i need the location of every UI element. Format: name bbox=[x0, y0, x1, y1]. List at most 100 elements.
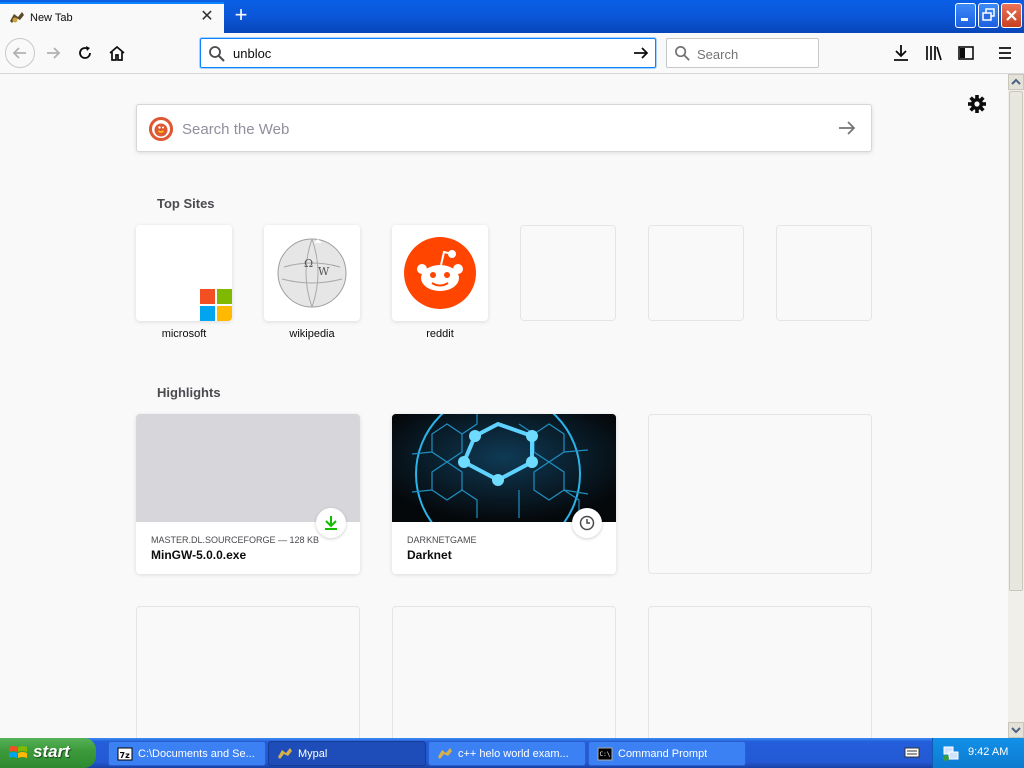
taskbar-item-mypal[interactable]: Mypal bbox=[268, 741, 426, 766]
reload-button[interactable] bbox=[70, 38, 100, 68]
cmd-icon: C:\ bbox=[597, 747, 613, 760]
sidebar-button[interactable] bbox=[951, 38, 981, 68]
hamburger-menu-icon bbox=[999, 47, 1011, 59]
library-icon bbox=[926, 46, 942, 61]
taskbar-item-command-prompt[interactable]: C:\ Command Prompt bbox=[588, 741, 746, 766]
settings-gear-icon[interactable] bbox=[966, 93, 988, 115]
search-bar[interactable]: Search bbox=[666, 38, 819, 68]
close-window-button[interactable] bbox=[1001, 3, 1022, 28]
top-site-empty bbox=[648, 225, 744, 321]
start-button[interactable]: start bbox=[0, 738, 96, 768]
close-icon bbox=[1006, 10, 1017, 21]
svg-text:Ω: Ω bbox=[304, 257, 313, 270]
navigation-toolbar: Search bbox=[0, 33, 1024, 74]
top-site-empty bbox=[776, 225, 872, 321]
system-tray: 9:42 AM bbox=[932, 738, 1024, 768]
empty-site-tile bbox=[648, 225, 744, 321]
mypal-icon bbox=[438, 747, 452, 759]
top-site-wikipedia[interactable]: Ω W wikipedia bbox=[264, 225, 360, 340]
home-button[interactable] bbox=[102, 38, 132, 68]
top-site-label: wikipedia bbox=[289, 328, 335, 340]
duckduckgo-icon bbox=[149, 117, 173, 141]
windows-taskbar: start 7z C:\Documents and Se... Mypal c+… bbox=[0, 738, 1024, 768]
top-site-label: reddit bbox=[426, 328, 454, 340]
history-clock-icon bbox=[579, 515, 595, 531]
forward-arrow-icon bbox=[47, 47, 61, 59]
vertical-scrollbar[interactable] bbox=[1008, 74, 1024, 738]
highlight-card-darknet[interactable]: DARKNETGAME Darknet bbox=[392, 414, 616, 574]
scroll-up-button[interactable] bbox=[1008, 74, 1024, 90]
highlight-placeholder bbox=[392, 606, 616, 738]
highlight-placeholder bbox=[136, 606, 360, 738]
task-label: c++ helo world exam... bbox=[458, 747, 569, 760]
top-site-empty bbox=[520, 225, 616, 321]
highlight-thumbnail bbox=[392, 414, 616, 557]
back-button[interactable] bbox=[5, 38, 35, 68]
tab-new-tab[interactable]: New Tab ✕ bbox=[0, 2, 224, 33]
svg-text:W: W bbox=[318, 265, 330, 278]
top-site-reddit[interactable]: reddit bbox=[392, 225, 488, 340]
tab-strip: New Tab ✕ + bbox=[0, 0, 1024, 33]
highlight-placeholder bbox=[648, 606, 872, 738]
task-label: Command Prompt bbox=[618, 747, 708, 760]
highlights-heading: Highlights bbox=[157, 385, 221, 400]
svg-text:7z: 7z bbox=[120, 751, 131, 760]
mypal-icon bbox=[278, 747, 292, 759]
tab-close-icon[interactable]: ✕ bbox=[199, 9, 215, 25]
restore-button[interactable] bbox=[978, 3, 999, 28]
highlight-title: MinGW-5.0.0.exe bbox=[151, 548, 247, 562]
top-site-tile[interactable]: Ω W bbox=[264, 225, 360, 321]
url-bar[interactable] bbox=[200, 38, 656, 68]
top-site-tile[interactable] bbox=[392, 225, 488, 321]
empty-site-tile bbox=[520, 225, 616, 321]
highlight-thumbnail bbox=[136, 414, 360, 522]
search-icon bbox=[209, 46, 225, 62]
taskbar-item-cpp-hello[interactable]: c++ helo world exam... bbox=[428, 741, 586, 766]
windows-logo-icon bbox=[9, 746, 27, 758]
url-input[interactable] bbox=[233, 44, 623, 62]
web-search-box[interactable]: Search the Web bbox=[136, 104, 872, 152]
top-site-tile[interactable] bbox=[136, 225, 232, 321]
highlight-source: DARKNETGAME bbox=[407, 535, 477, 545]
wikipedia-globe-icon: Ω W bbox=[277, 238, 347, 308]
sidebar-icon bbox=[958, 46, 974, 60]
downloads-button[interactable] bbox=[886, 38, 916, 68]
tab-title: New Tab bbox=[30, 12, 73, 24]
minimize-button[interactable] bbox=[955, 3, 976, 28]
svg-text:C:\: C:\ bbox=[600, 751, 611, 758]
network-icon[interactable] bbox=[942, 744, 960, 762]
7zip-icon: 7z bbox=[117, 747, 133, 760]
start-label: start bbox=[33, 742, 70, 761]
top-sites-heading: Top Sites bbox=[157, 196, 215, 211]
top-site-microsoft[interactable]: microsoft bbox=[136, 225, 232, 340]
back-arrow-icon bbox=[12, 47, 26, 59]
search-icon bbox=[675, 46, 690, 61]
download-icon bbox=[325, 516, 337, 530]
highlight-source: MASTER.DL.SOURCEFORGE — 128 KB bbox=[151, 535, 320, 545]
scroll-thumb[interactable] bbox=[1009, 91, 1023, 591]
restore-icon bbox=[982, 8, 995, 21]
menu-button[interactable] bbox=[990, 38, 1020, 68]
clock[interactable]: 9:42 AM bbox=[968, 746, 1008, 758]
web-search-placeholder: Search the Web bbox=[182, 121, 290, 138]
new-tab-page: Search the Web Top Sites microsoft Ω W w… bbox=[0, 74, 1008, 738]
task-label: Mypal bbox=[298, 747, 328, 760]
library-button[interactable] bbox=[919, 38, 949, 68]
search-submit-arrow-icon[interactable] bbox=[837, 119, 857, 137]
top-site-label: microsoft bbox=[161, 328, 207, 340]
scroll-up-arrow-icon bbox=[1011, 78, 1021, 85]
download-icon bbox=[894, 45, 908, 61]
search-placeholder: Search bbox=[697, 47, 739, 62]
mypal-favicon-icon bbox=[10, 12, 24, 23]
taskbar-item-explorer[interactable]: 7z C:\Documents and Se... bbox=[108, 741, 266, 766]
task-label: C:\Documents and Se... bbox=[138, 747, 255, 760]
keyboard-language-icon[interactable] bbox=[904, 745, 920, 759]
scroll-down-button[interactable] bbox=[1008, 722, 1024, 738]
go-arrow-icon[interactable] bbox=[632, 44, 650, 62]
new-tab-button[interactable]: + bbox=[228, 4, 254, 28]
highlight-card-mingw[interactable]: MASTER.DL.SOURCEFORGE — 128 KB MinGW-5.0… bbox=[136, 414, 360, 574]
home-icon bbox=[109, 45, 125, 61]
reddit-logo-icon bbox=[404, 237, 476, 309]
empty-site-tile bbox=[776, 225, 872, 321]
forward-button[interactable] bbox=[38, 38, 68, 68]
